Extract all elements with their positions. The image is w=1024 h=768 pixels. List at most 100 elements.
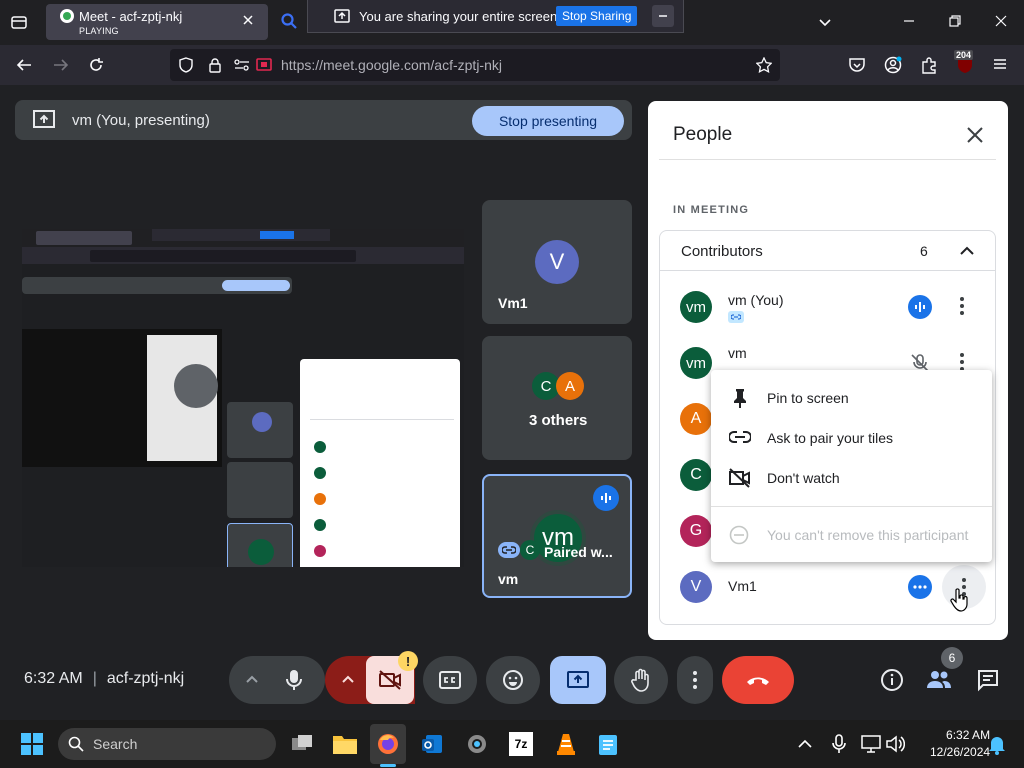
raise-hand-button[interactable] — [614, 656, 668, 704]
network-icon[interactable] — [861, 735, 881, 753]
reactions-button[interactable] — [486, 656, 540, 704]
pocket-icon[interactable] — [848, 56, 866, 74]
search-tab-icon[interactable] — [280, 12, 298, 30]
hamburger-menu-icon[interactable] — [992, 56, 1008, 72]
captions-icon — [439, 671, 461, 689]
menu-item-label: Ask to pair your tiles — [767, 430, 894, 446]
close-window-icon[interactable] — [994, 14, 1008, 28]
hand-icon — [630, 668, 652, 692]
more-options-icon[interactable] — [960, 297, 964, 315]
share-screen-icon — [334, 8, 350, 24]
tile-name: 3 others — [529, 412, 588, 429]
minimize-window-icon[interactable] — [902, 14, 916, 28]
forward-arrow-icon[interactable] — [52, 56, 70, 74]
present-button[interactable] — [550, 656, 606, 704]
shield-icon[interactable] — [178, 57, 194, 73]
menu-item-dont-watch[interactable]: Don't watch — [711, 458, 992, 498]
chevron-up-icon[interactable] — [959, 243, 975, 259]
stop-sharing-button[interactable]: Stop Sharing — [556, 6, 638, 26]
chevron-up-icon[interactable] — [245, 672, 259, 686]
present-screen-icon — [33, 109, 55, 129]
chevron-down-icon[interactable] — [817, 14, 833, 30]
file-explorer-icon[interactable] — [332, 732, 358, 756]
participant-name: Vm1 — [728, 578, 757, 594]
avatar: V — [535, 240, 579, 284]
firefox-icon[interactable] — [370, 724, 406, 764]
captions-button[interactable] — [423, 656, 477, 704]
menu-divider — [711, 506, 992, 507]
back-arrow-icon[interactable] — [15, 56, 33, 74]
meeting-details-icon[interactable] — [880, 668, 904, 692]
task-view-icon[interactable] — [290, 732, 314, 756]
avatar: vm — [680, 347, 712, 379]
participant-tile-self[interactable]: vm C Paired w... vm — [482, 474, 632, 598]
tab-title: Meet - acf-zptj-nkj — [79, 9, 183, 24]
permissions-icon[interactable] — [233, 57, 251, 73]
participant-row[interactable]: vm vm (You) — [660, 279, 995, 335]
participant-row[interactable]: V Vm1 — [660, 559, 995, 615]
windows-start-icon[interactable] — [21, 733, 43, 755]
close-icon[interactable] — [965, 125, 985, 145]
meeting-code: acf-zptj-nkj — [106, 670, 185, 687]
url-text: https://meet.google.com/acf-zptj-nkj — [281, 57, 502, 73]
chevron-up-icon[interactable] — [341, 672, 355, 686]
stop-presenting-button[interactable]: Stop presenting — [472, 106, 624, 136]
menu-item-pin[interactable]: Pin to screen — [711, 378, 992, 418]
end-call-icon — [745, 674, 771, 686]
more-status-icon — [908, 575, 932, 599]
participant-context-menu: Pin to screen Ask to pair your tiles Don… — [711, 370, 992, 562]
camera-off-icon — [378, 669, 402, 691]
volume-icon[interactable] — [885, 735, 905, 753]
audio-level-icon — [593, 485, 619, 511]
screen-share-notice: You are sharing your entire screen. Stop… — [307, 0, 684, 33]
lock-icon[interactable] — [207, 57, 223, 73]
menu-item-label: Pin to screen — [767, 390, 849, 406]
meeting-info: 6:32 AM | acf-zptj-nkj — [24, 670, 184, 688]
more-options-icon[interactable] — [960, 353, 964, 371]
reload-icon[interactable] — [87, 56, 105, 74]
notepad-icon[interactable] — [597, 732, 619, 756]
contributors-count: 6 — [920, 243, 928, 259]
active-app-indicator — [380, 764, 396, 767]
tray-microphone-icon[interactable] — [831, 734, 847, 754]
close-tab-icon[interactable] — [242, 14, 254, 26]
screen-share-indicator-icon[interactable] — [256, 57, 272, 73]
warning-icon: ! — [398, 651, 418, 671]
minimize-notice-icon[interactable] — [652, 5, 674, 27]
notification-bell-icon[interactable] — [988, 735, 1006, 755]
presenting-bar: vm (You, presenting) Stop presenting — [15, 100, 632, 140]
extensions-icon[interactable] — [920, 56, 938, 74]
audio-level-icon — [908, 295, 932, 319]
participant-tile-others[interactable]: C A 3 others — [482, 336, 632, 460]
restore-window-icon[interactable] — [948, 14, 962, 28]
chat-icon[interactable] — [976, 668, 1000, 692]
url-bar[interactable]: https://meet.google.com/acf-zptj-nkj — [170, 49, 780, 81]
avatar: V — [680, 571, 712, 603]
menu-item-label: You can't remove this participant — [767, 527, 969, 543]
taskbar-clock[interactable]: 6:32 AM 12/26/2024 — [930, 728, 990, 759]
participant-tile-vm1[interactable]: V Vm1 — [482, 200, 632, 324]
tab-list-icon[interactable] — [10, 13, 28, 31]
vlc-icon[interactable] — [554, 732, 578, 756]
taskbar-search[interactable]: Search — [58, 728, 276, 760]
people-icon[interactable] — [926, 668, 952, 690]
outlook-icon[interactable] — [420, 732, 444, 756]
browser-tab-meet[interactable]: Meet - acf-zptj-nkj PLAYING — [46, 4, 268, 40]
search-placeholder: Search — [93, 736, 138, 752]
contributors-header[interactable]: Contributors 6 — [660, 231, 995, 271]
microphone-icon[interactable] — [283, 668, 305, 692]
cursor-hand-icon — [950, 588, 968, 612]
paired-label: Paired w... — [544, 544, 613, 560]
separator: | — [92, 670, 97, 687]
avatar: G — [680, 515, 712, 547]
account-icon[interactable] — [884, 56, 902, 74]
leave-call-button[interactable] — [722, 656, 794, 704]
menu-item-pair-tiles[interactable]: Ask to pair your tiles — [711, 418, 992, 458]
emoji-icon — [502, 669, 524, 691]
bookmark-star-icon[interactable] — [756, 57, 772, 73]
7zip-icon[interactable]: 7z — [509, 732, 533, 756]
more-options-button[interactable] — [677, 656, 713, 704]
tray-chevron-up-icon[interactable] — [797, 736, 813, 752]
settings-icon[interactable] — [465, 732, 489, 756]
avatar: C — [520, 540, 540, 560]
